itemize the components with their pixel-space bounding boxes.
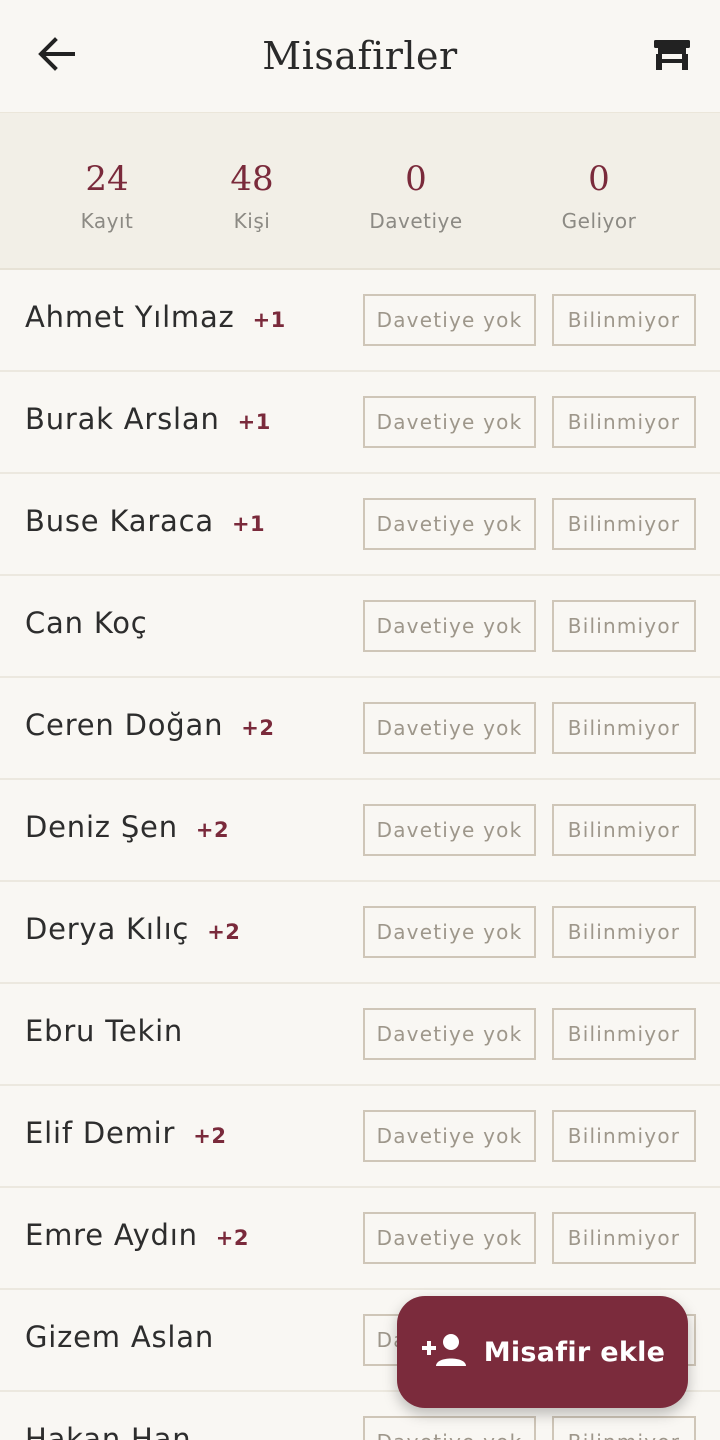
stat-label: Kayıt — [80, 209, 134, 233]
attendance-status-chip[interactable]: Bilinmiyor — [552, 396, 696, 448]
stat-value: 0 — [588, 159, 610, 199]
attendance-status-chip[interactable]: Bilinmiyor — [552, 498, 696, 550]
add-person-icon — [420, 1332, 468, 1372]
attendance-status-chip[interactable]: Bilinmiyor — [552, 1110, 696, 1162]
arrow-left-icon — [37, 37, 75, 75]
attendance-status-chip[interactable]: Bilinmiyor — [552, 702, 696, 754]
guest-row[interactable]: Elif Demir +2 Davetiye yok Bilinmiyor — [0, 1086, 720, 1188]
guest-name-group: Hakan Han — [25, 1422, 191, 1440]
back-button[interactable] — [30, 30, 82, 82]
guest-row[interactable]: Ceren Doğan +2 Davetiye yok Bilinmiyor — [0, 678, 720, 780]
companion-count-badge: +1 — [237, 410, 271, 434]
stat-label: Davetiye — [369, 209, 463, 233]
invitation-status-chip[interactable]: Davetiye yok — [363, 294, 536, 346]
guest-name-group: Ceren Doğan +2 — [25, 708, 274, 742]
stat-value: 24 — [85, 159, 129, 199]
attendance-status-chip[interactable]: Bilinmiyor — [552, 1008, 696, 1060]
invitation-status-chip[interactable]: Davetiye yok — [363, 1110, 536, 1162]
guest-name: Ceren Doğan — [25, 708, 224, 742]
guest-row[interactable]: Ahmet Yılmaz +1 Davetiye yok Bilinmiyor — [0, 270, 720, 372]
guest-name: Elif Demir — [25, 1116, 176, 1150]
stat-value: 0 — [405, 159, 427, 199]
attendance-status-chip[interactable]: Bilinmiyor — [552, 294, 696, 346]
guest-name: Ebru Tekin — [25, 1014, 184, 1048]
attendance-status-chip[interactable]: Bilinmiyor — [552, 804, 696, 856]
guest-name-group: Gizem Aslan — [25, 1320, 214, 1354]
guest-name-group: Buse Karaca +1 — [25, 504, 265, 538]
stat-value: 48 — [230, 159, 274, 199]
guest-name-group: Derya Kılıç +2 — [25, 912, 240, 946]
page-title: Misafirler — [262, 34, 458, 78]
guest-name-group: Emre Aydın +2 — [25, 1218, 249, 1252]
guest-name: Can Koç — [25, 606, 148, 640]
guest-row[interactable]: Buse Karaca +1 Davetiye yok Bilinmiyor — [0, 474, 720, 576]
guest-name-group: Can Koç — [25, 606, 147, 640]
guest-row[interactable]: Emre Aydın +2 Davetiye yok Bilinmiyor — [0, 1188, 720, 1290]
guest-name-group: Burak Arslan +1 — [25, 402, 271, 436]
companion-count-badge: +2 — [215, 1226, 250, 1250]
guest-name: Emre Aydın — [25, 1218, 198, 1252]
stat-records: 24 Kayıt — [27, 155, 187, 233]
invitation-status-chip[interactable]: Davetiye yok — [363, 498, 536, 550]
guest-name-group: Ebru Tekin — [25, 1014, 183, 1048]
invitation-status-chip[interactable]: Davetiye yok — [363, 600, 536, 652]
attendance-status-chip[interactable]: Bilinmiyor — [552, 600, 696, 652]
guest-row[interactable]: Derya Kılıç +2 Davetiye yok Bilinmiyor — [0, 882, 720, 984]
companion-count-badge: +2 — [241, 716, 275, 740]
guest-row[interactable]: Deniz Şen +2 Davetiye yok Bilinmiyor — [0, 780, 720, 882]
stat-label: Geliyor — [561, 209, 637, 233]
attendance-status-chip[interactable]: Bilinmiyor — [552, 906, 696, 958]
guest-name: Gizem Aslan — [25, 1320, 215, 1354]
guest-name-group: Elif Demir +2 — [25, 1116, 227, 1150]
app-header: Misafirler — [0, 0, 720, 112]
table-seating-icon — [652, 37, 692, 75]
guest-row[interactable]: Burak Arslan +1 Davetiye yok Bilinmiyor — [0, 372, 720, 474]
invitation-status-chip[interactable]: Davetiye yok — [363, 1212, 536, 1264]
invitation-status-chip[interactable]: Davetiye yok — [363, 1416, 536, 1440]
guest-stats: 24 Kayıt 48 Kişi 0 Davetiye 0 Geliyor — [0, 112, 720, 270]
companion-count-badge: +2 — [195, 818, 230, 842]
invitation-status-chip[interactable]: Davetiye yok — [363, 1008, 536, 1060]
add-guest-label: Misafir ekle — [483, 1336, 666, 1368]
invitation-status-chip[interactable]: Davetiye yok — [363, 804, 536, 856]
invitation-status-chip[interactable]: Davetiye yok — [363, 396, 536, 448]
invitation-status-chip[interactable]: Davetiye yok — [363, 906, 536, 958]
guest-row[interactable]: Ebru Tekin Davetiye yok Bilinmiyor — [0, 984, 720, 1086]
invitation-status-chip[interactable]: Davetiye yok — [363, 702, 536, 754]
stat-people: 48 Kişi — [172, 155, 332, 233]
companion-count-badge: +1 — [252, 308, 286, 332]
companion-count-badge: +2 — [193, 1124, 227, 1148]
guest-name: Deniz Şen — [25, 810, 178, 844]
companion-count-badge: +1 — [231, 512, 266, 536]
companion-count-badge: +2 — [207, 920, 241, 944]
guest-name: Ahmet Yılmaz — [25, 300, 235, 334]
stat-invitations: 0 Davetiye — [336, 155, 496, 233]
attendance-status-chip[interactable]: Bilinmiyor — [552, 1212, 696, 1264]
guest-name: Derya Kılıç — [25, 912, 190, 946]
add-guest-button[interactable]: Misafir ekle — [397, 1296, 688, 1408]
guest-list: Ahmet Yılmaz +1 Davetiye yok Bilinmiyor Bura… — [0, 270, 720, 1440]
attendance-status-chip[interactable]: Bilinmiyor — [552, 1416, 696, 1440]
guest-name: Buse Karaca — [25, 504, 214, 538]
guest-name-group: Deniz Şen +2 — [25, 810, 229, 844]
guest-name-group: Ahmet Yılmaz +1 — [25, 300, 286, 334]
seating-plan-button[interactable] — [646, 32, 698, 80]
guest-name: Hakan Han — [25, 1422, 192, 1440]
stat-attending: 0 Geliyor — [519, 155, 679, 233]
guest-row[interactable]: Can Koç Davetiye yok Bilinmiyor — [0, 576, 720, 678]
guest-name: Burak Arslan — [25, 402, 220, 436]
guests-screen: Misafirler 24 Kayıt 48 Kişi 0 Davetiye 0… — [0, 0, 720, 1440]
stat-label: Kişi — [233, 209, 271, 233]
